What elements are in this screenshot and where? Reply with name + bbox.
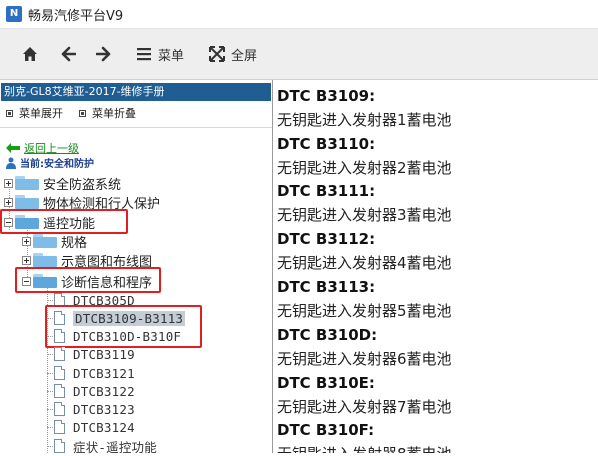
menu-icon xyxy=(137,48,151,61)
folder-icon xyxy=(15,176,39,190)
folder-icon xyxy=(15,195,39,209)
fullscreen-label: 全屏 xyxy=(231,48,258,64)
sidebar: 别克-GL8艾维亚-2017-维修手册 菜单展开 菜单折叠 返回上一级 当前:安… xyxy=(0,80,273,455)
dtc-description: 无钥匙进入发射器2蓄电池 xyxy=(277,159,452,177)
dtc-entry: DTC B310F: 无钥匙进入发射器8蓄电池 xyxy=(277,420,452,453)
tree-node-specs[interactable]: 规格 xyxy=(22,232,88,251)
document-icon xyxy=(54,347,65,361)
document-icon xyxy=(54,384,65,398)
tree-node-dtc[interactable]: DTCB3123 xyxy=(54,400,135,418)
fullscreen-button[interactable]: 全屏 xyxy=(209,43,257,65)
tree-line xyxy=(47,409,53,410)
tree-line xyxy=(47,446,53,447)
window-title: 畅易汽修平台V9 xyxy=(28,9,124,24)
tree-node-label: DTCB3121 xyxy=(73,365,135,381)
tree-node-dtc[interactable]: DTCB3121 xyxy=(54,364,135,382)
tree-node-dtc[interactable]: DTCB3124 xyxy=(54,418,135,436)
dtc-entry: DTC B3113: 无钥匙进入发射器5蓄电池 xyxy=(277,277,452,321)
expand-menu-button[interactable]: 菜单展开 xyxy=(6,105,63,121)
home-button[interactable] xyxy=(22,43,38,65)
document-icon xyxy=(54,420,65,434)
dtc-description: 无钥匙进入发射器4蓄电池 xyxy=(277,254,452,272)
highlight-box xyxy=(0,209,128,234)
back-arrow-icon xyxy=(6,143,20,153)
dtc-entry: DTC B310E: 无钥匙进入发射器7蓄电池 xyxy=(277,373,452,417)
expand-toggle[interactable] xyxy=(22,236,31,246)
person-icon xyxy=(6,157,16,169)
dtc-code: DTC B310F: xyxy=(277,421,375,439)
app-logo-icon: N xyxy=(6,6,22,22)
folder-icon xyxy=(33,253,57,267)
dtc-entry: DTC B3112: 无钥匙进入发射器4蓄电池 xyxy=(277,229,452,273)
menu-controls: 菜单展开 菜单折叠 xyxy=(6,105,152,121)
tree-line xyxy=(47,391,53,392)
tree-node-label: 规格 xyxy=(61,235,88,251)
dtc-description: 无钥匙进入发射器5蓄电池 xyxy=(277,302,452,320)
tree-node-symptoms[interactable]: 症状-遥控功能 xyxy=(54,437,157,455)
dtc-code: DTC B3110: xyxy=(277,135,376,153)
fullscreen-icon xyxy=(209,46,225,62)
dtc-code: DTC B3112: xyxy=(277,230,376,248)
content-pane: DTC B3109: 无钥匙进入发射器1蓄电池 DTC B3110: 无钥匙进入… xyxy=(273,80,598,453)
tree-node-dtc[interactable]: DTCB3122 xyxy=(54,382,135,400)
current-section: 当前:安全和防护 xyxy=(6,155,94,170)
dtc-entry: DTC B3109: 无钥匙进入发射器1蓄电池 xyxy=(277,86,452,130)
tree-node-label: 安全防盗系统 xyxy=(43,177,122,193)
back-link[interactable]: 返回上一级 xyxy=(6,140,79,156)
collapse-menu-label: 菜单折叠 xyxy=(92,107,136,120)
title-bar: N 畅易汽修平台V9 xyxy=(0,0,598,29)
dtc-description: 无钥匙进入发射器6蓄电池 xyxy=(277,350,452,368)
tree-node-anti-theft[interactable]: 安全防盗系统 xyxy=(4,174,122,193)
collapse-icon xyxy=(79,109,86,117)
tree-node-label: DTCB3123 xyxy=(73,401,135,417)
tree-line xyxy=(47,427,53,428)
expand-toggle[interactable] xyxy=(22,255,31,265)
tree-node-label: DTCB3124 xyxy=(73,419,135,435)
document-icon xyxy=(54,439,65,453)
dtc-description: 无钥匙进入发射器7蓄电池 xyxy=(277,398,452,416)
dtc-code: DTC B3109: xyxy=(277,87,376,105)
document-icon xyxy=(54,366,65,380)
tree-node-dtc[interactable]: DTCB3119 xyxy=(54,345,135,363)
tree-line xyxy=(47,300,53,301)
dtc-description: 无钥匙进入发射器8蓄电池 xyxy=(277,444,452,453)
document-icon xyxy=(54,402,65,416)
tree-node-label: DTCB3122 xyxy=(73,383,135,399)
current-section-label: 当前:安全和防护 xyxy=(20,159,94,170)
back-button[interactable] xyxy=(60,43,76,65)
dtc-description: 无钥匙进入发射器3蓄电池 xyxy=(277,206,452,224)
collapse-menu-button[interactable]: 菜单折叠 xyxy=(79,105,136,121)
tree-line xyxy=(47,354,53,355)
dtc-code: DTC B310E: xyxy=(277,374,375,392)
forward-button[interactable] xyxy=(96,43,112,65)
arrow-right-icon xyxy=(96,46,111,62)
expand-icon xyxy=(6,109,13,117)
back-link-label: 返回上一级 xyxy=(24,142,79,155)
dtc-code: DTC B310D: xyxy=(277,326,378,344)
dtc-entry: DTC B3110: 无钥匙进入发射器2蓄电池 xyxy=(277,134,452,178)
divider xyxy=(0,127,272,128)
dtc-code: DTC B3113: xyxy=(277,278,376,296)
menu-button[interactable]: 菜单 xyxy=(136,43,184,65)
highlight-box xyxy=(15,267,161,293)
expand-menu-label: 菜单展开 xyxy=(19,107,63,120)
dtc-description: 无钥匙进入发射器1蓄电池 xyxy=(277,111,452,129)
folder-icon xyxy=(33,234,57,248)
menu-label: 菜单 xyxy=(158,48,185,64)
dtc-entry: DTC B310D: 无钥匙进入发射器6蓄电池 xyxy=(277,325,452,369)
highlight-box xyxy=(45,305,202,348)
tree-line xyxy=(47,373,53,374)
toolbar: 菜单 全屏 xyxy=(0,29,598,80)
expand-toggle[interactable] xyxy=(4,197,13,207)
dtc-code: DTC B3111: xyxy=(277,182,376,200)
manual-title: 别克-GL8艾维亚-2017-维修手册 xyxy=(1,83,271,101)
expand-toggle[interactable] xyxy=(4,178,13,188)
dtc-entry: DTC B3111: 无钥匙进入发射器3蓄电池 xyxy=(277,181,452,225)
tree-node-label: DTCB3119 xyxy=(73,346,135,362)
arrow-left-icon xyxy=(61,46,76,62)
home-icon xyxy=(23,47,37,61)
